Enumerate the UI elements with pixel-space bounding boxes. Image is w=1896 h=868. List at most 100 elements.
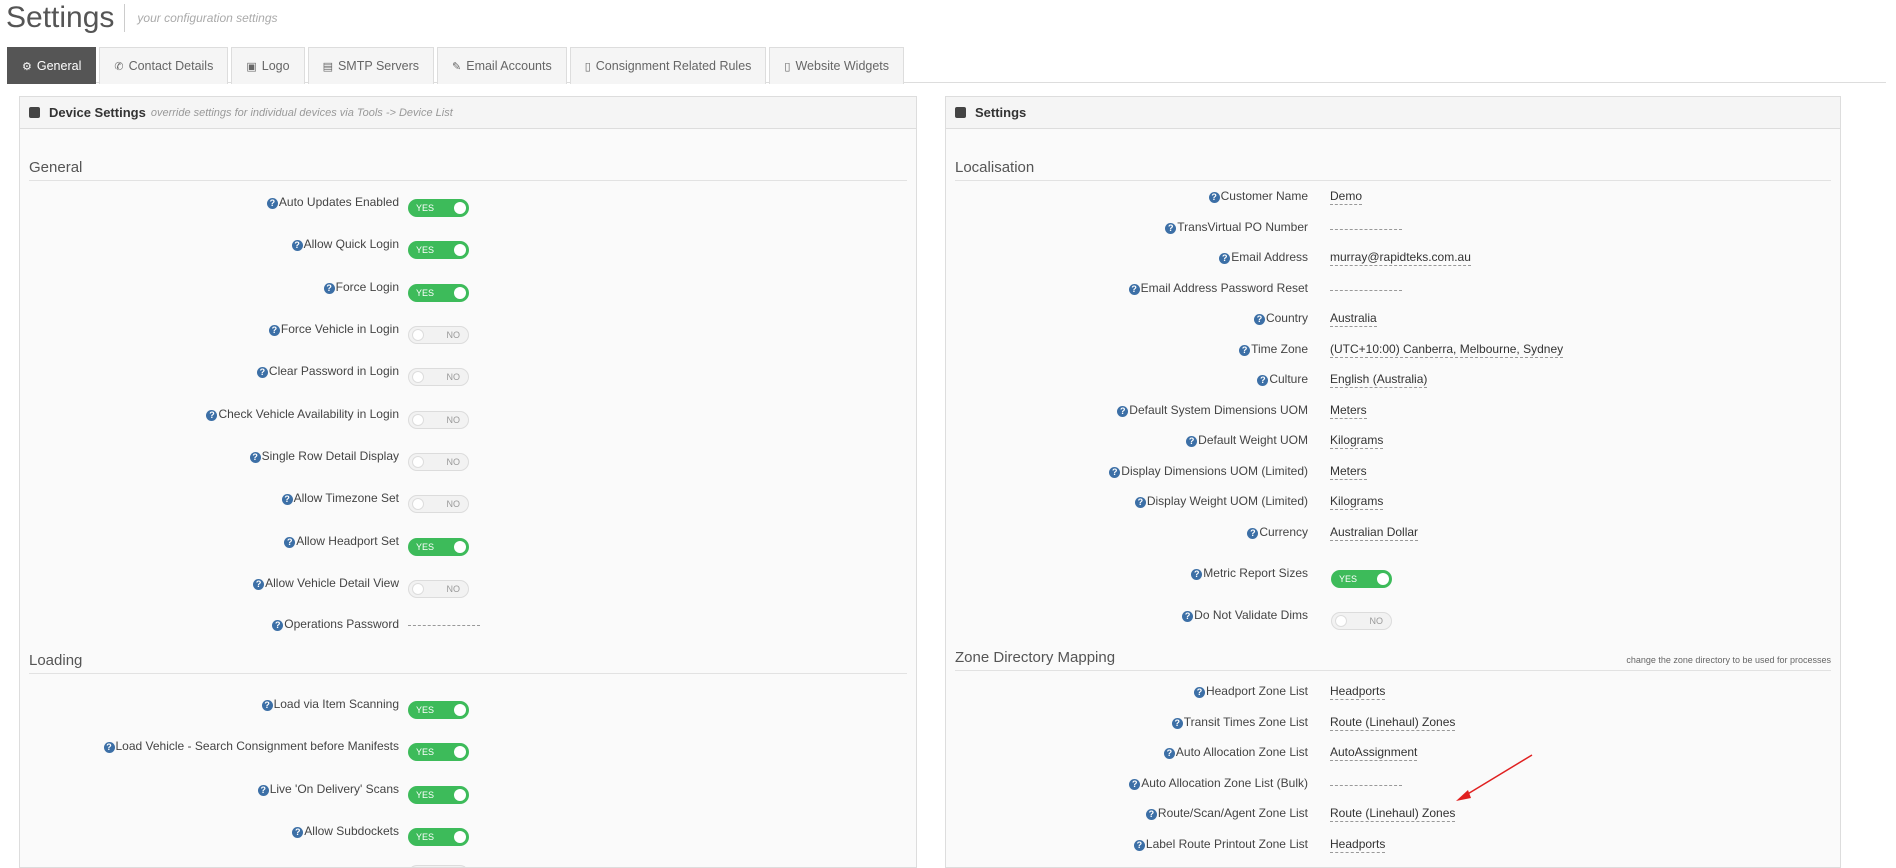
editable-value[interactable]: Kilograms	[1330, 433, 1384, 449]
editable-value[interactable]	[1330, 220, 1402, 230]
setting-label-text: Customer Name	[1220, 189, 1308, 203]
help-icon[interactable]: ?	[1145, 809, 1157, 820]
toggle-state: NO	[446, 457, 461, 467]
help-icon[interactable]: ?	[1182, 611, 1194, 622]
toggle-switch[interactable]: NO	[408, 453, 469, 471]
toggle-switch[interactable]: NO	[408, 411, 469, 429]
help-icon[interactable]: ?	[1193, 687, 1205, 698]
help-icon[interactable]: ?	[284, 537, 296, 548]
help-icon[interactable]: ?	[1128, 284, 1140, 295]
editable-value[interactable]: Demo	[1330, 189, 1363, 205]
setting-label-text: Auto Allocation Zone List (Bulk)	[1141, 776, 1308, 790]
tab-email-accounts[interactable]: ✎ Email Accounts	[437, 47, 567, 84]
help-icon[interactable]: ?	[1239, 345, 1251, 356]
gear-icon: ⚙	[22, 60, 32, 73]
setting-label-text: Default Weight UOM	[1198, 433, 1308, 447]
editable-value[interactable]: Route (Linehaul) Zones	[1330, 715, 1456, 731]
tab-logo[interactable]: ▣ Logo	[231, 47, 305, 84]
editable-value[interactable]: Headports	[1330, 837, 1386, 853]
help-icon[interactable]: ?	[253, 579, 265, 590]
editable-value[interactable]: murray@rapidteks.com.au	[1330, 250, 1471, 266]
setting-label: ? Load via Item Scanning	[261, 697, 399, 711]
toggle-switch[interactable]: YES	[408, 241, 469, 259]
toggle-switch[interactable]: YES	[408, 284, 469, 302]
editable-value[interactable]	[1330, 281, 1402, 291]
panel-title: Settings	[975, 105, 1027, 120]
editable-value[interactable]: Meters	[1330, 464, 1367, 480]
help-icon[interactable]: ?	[261, 700, 273, 711]
editable-value[interactable]: Headports	[1330, 684, 1386, 700]
title-divider	[124, 4, 126, 32]
toggle-knob	[454, 746, 466, 758]
toggle-switch[interactable]: NO	[408, 495, 469, 513]
editable-value[interactable]: Meters	[1330, 403, 1367, 419]
editable-value[interactable]: Australia	[1330, 311, 1377, 327]
editable-value[interactable]	[1330, 776, 1402, 786]
editable-value[interactable]: (UTC+10:00) Canberra, Melbourne, Sydney	[1330, 342, 1564, 358]
help-icon[interactable]: ?	[1219, 253, 1231, 264]
toggle-switch[interactable]: NO	[408, 580, 469, 598]
toggle-switch[interactable]: YES	[408, 786, 469, 804]
tab-consignment-related-rules[interactable]: ▯ Consignment Related Rules	[569, 47, 767, 84]
tab-smtp-servers[interactable]: ▤ SMTP Servers	[307, 47, 435, 84]
settings-panel: Settings Localisation Zone Directory Map…	[945, 96, 1841, 868]
help-icon[interactable]: ?	[268, 325, 280, 336]
tab-website-widgets[interactable]: ▯ Website Widgets	[769, 47, 905, 84]
tab-label: General	[36, 59, 82, 73]
operations-password-field[interactable]	[408, 616, 480, 626]
toggle-switch[interactable]: NO	[1331, 612, 1392, 630]
setting-label: ? Clear Password in Login	[256, 364, 399, 378]
toggle-knob	[412, 329, 424, 341]
setting-label: ? Live 'On Delivery' Scans	[257, 782, 399, 796]
server-icon: ▤	[322, 60, 333, 73]
help-icon[interactable]: ?	[1134, 497, 1146, 508]
toggle-switch[interactable]: YES	[408, 743, 469, 761]
help-icon[interactable]: ?	[256, 367, 268, 378]
help-icon[interactable]: ?	[323, 283, 335, 294]
help-icon[interactable]: ?	[1129, 779, 1141, 790]
help-icon[interactable]: ?	[1163, 748, 1175, 759]
help-icon[interactable]: ?	[281, 494, 293, 505]
toggle-switch[interactable]: NO	[408, 368, 469, 386]
editable-value[interactable]: Route (Linehaul) Zones	[1330, 806, 1456, 822]
help-icon[interactable]: ?	[272, 620, 284, 631]
setting-label-text: Display Weight UOM (Limited)	[1146, 494, 1308, 508]
help-icon[interactable]: ?	[1109, 467, 1121, 478]
section-general: General	[29, 159, 907, 181]
help-icon[interactable]: ?	[1191, 569, 1203, 580]
help-icon[interactable]: ?	[1247, 528, 1259, 539]
toggle-switch[interactable]: YES	[408, 701, 469, 719]
help-icon[interactable]: ?	[1133, 840, 1145, 851]
file-icon: ▯	[584, 60, 591, 73]
setting-label: ? Time Zone	[1239, 342, 1308, 356]
editable-value[interactable]: AutoAssignment	[1330, 745, 1418, 761]
help-icon[interactable]: ?	[103, 742, 115, 753]
editable-value[interactable]: Kilograms	[1330, 494, 1384, 510]
help-icon[interactable]: ?	[1257, 375, 1269, 386]
toggle-switch[interactable]: YES	[408, 538, 469, 556]
help-icon[interactable]: ?	[257, 785, 269, 796]
zone-section-note: change the zone directory to be used for…	[1626, 655, 1831, 665]
editable-value[interactable]: Australian Dollar	[1330, 525, 1419, 541]
help-icon[interactable]: ?	[1117, 406, 1129, 417]
toggle-switch[interactable]: YES	[408, 828, 469, 846]
setting-label: ? Do Not Validate Dims	[1182, 608, 1308, 622]
help-icon[interactable]: ?	[292, 827, 304, 838]
tab-contact-details[interactable]: ✆ Contact Details	[99, 47, 229, 84]
editable-value[interactable]: English (Australia)	[1330, 372, 1428, 388]
help-icon[interactable]: ?	[206, 410, 218, 421]
help-icon[interactable]: ?	[1253, 314, 1265, 325]
help-icon[interactable]: ?	[1171, 718, 1183, 729]
toggle-switch[interactable]: NO	[408, 326, 469, 344]
toggle-switch[interactable]: YES	[1331, 570, 1392, 588]
toggle-switch[interactable]: YES	[408, 199, 469, 217]
setting-label: ? Transit Times Zone List	[1171, 715, 1308, 729]
help-icon[interactable]: ?	[266, 198, 278, 209]
help-icon[interactable]: ?	[1208, 192, 1220, 203]
setting-label-text: Load Vehicle - Search Consignment before…	[115, 739, 400, 753]
help-icon[interactable]: ?	[249, 452, 261, 463]
help-icon[interactable]: ?	[1165, 223, 1177, 234]
help-icon[interactable]: ?	[1186, 436, 1198, 447]
tab-general[interactable]: ⚙ General	[7, 47, 97, 84]
help-icon[interactable]: ?	[291, 240, 303, 251]
